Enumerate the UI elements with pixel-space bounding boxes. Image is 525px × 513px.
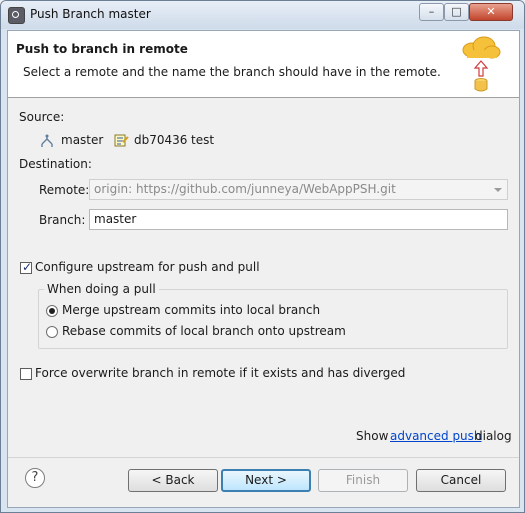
source-commit-id: db70436 [134,133,188,147]
next-button[interactable]: Next > [221,469,311,492]
radio-selected-dot [49,308,55,314]
push-branch-dialog: Push Branch master – □ ✕ Push to branch … [0,0,525,513]
chevron-down-icon [494,188,502,192]
configure-upstream-label[interactable]: Configure upstream for push and pull [35,260,260,274]
force-overwrite-checkbox[interactable] [20,368,32,380]
window-title: Push Branch master [30,7,151,21]
remote-label: Remote: [39,183,90,197]
button-bar-divider [8,457,519,458]
close-button[interactable]: ✕ [469,3,513,21]
configure-upstream-checkbox[interactable]: ✓ [20,260,33,274]
pull-mode-group [38,289,508,349]
advanced-push-suffix: dialog [475,429,512,443]
help-icon[interactable]: ? [25,468,45,488]
advanced-push-link[interactable]: advanced push [390,429,482,443]
commit-icon [114,134,129,147]
dialog-body: Push to branch in remote Select a remote… [7,30,520,508]
merge-radio[interactable] [46,305,58,317]
remote-dropdown[interactable]: origin: https://github.com/junneya/WebAp… [89,179,508,200]
destination-label: Destination: [19,157,92,171]
branch-icon [41,134,53,147]
merge-option-label[interactable]: Merge upstream commits into local branch [62,303,320,317]
source-branch: master [61,133,104,147]
remote-value: origin: https://github.com/junneya/WebAp… [94,182,396,196]
push-cloud-icon [462,36,501,92]
advanced-push-prefix: Show [356,429,389,443]
branch-label: Branch: [39,213,86,227]
branch-input[interactable]: master [89,209,508,230]
source-label: Source: [19,110,65,124]
cancel-button[interactable]: Cancel [416,469,506,492]
pull-mode-group-title: When doing a pull [44,282,159,296]
wizard-header: Push to branch in remote Select a remote… [8,31,519,98]
maximize-button[interactable]: □ [444,3,469,21]
force-overwrite-label[interactable]: Force overwrite branch in remote if it e… [35,366,405,380]
back-button[interactable]: < Back [128,469,218,492]
finish-button[interactable]: Finish [318,469,408,492]
rebase-radio[interactable] [46,326,58,338]
wizard-title: Push to branch in remote [16,42,188,56]
checkmark-icon: ✓ [22,260,33,274]
source-commit-message: test [191,133,215,147]
minimize-button[interactable]: – [419,3,444,21]
rebase-option-label[interactable]: Rebase commits of local branch onto upst… [62,324,346,338]
title-bar: Push Branch master – □ ✕ [1,1,524,29]
eclipse-app-icon [8,7,25,24]
wizard-description: Select a remote and the name the branch … [23,65,441,79]
